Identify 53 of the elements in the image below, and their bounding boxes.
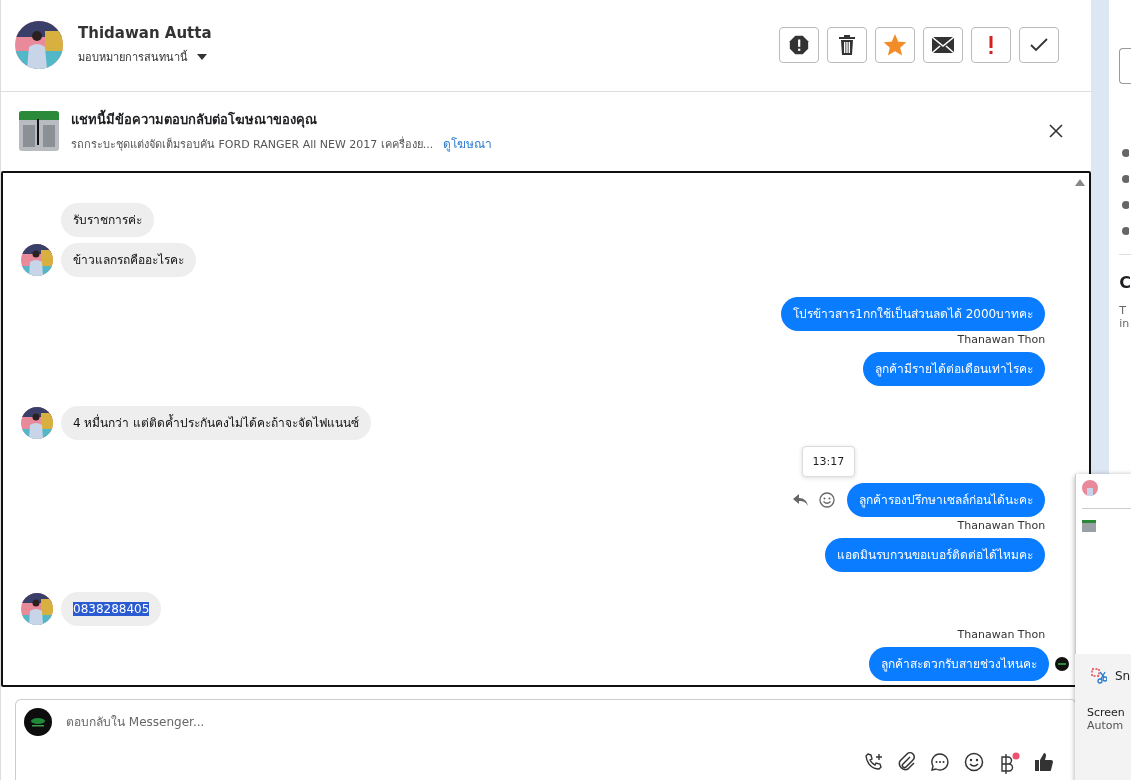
delete-button[interactable] — [827, 27, 868, 64]
ad-notice-title: แชทนี้มีข้อความตอบกลับต่อโฆษณาของคุณ — [71, 109, 1050, 131]
sidebar-heading: C — [1119, 273, 1131, 292]
checkmark-icon — [1029, 37, 1050, 54]
list-icon — [1119, 226, 1130, 236]
message-bubble: แอดมินรบกวนขอเบอร์ติดต่อได้ไหมคะ — [825, 538, 1046, 573]
notification-text: Autom — [1086, 719, 1125, 732]
app-name: Sni — [1115, 669, 1131, 683]
message-bubble: โปรข้าวสาร1กกใช้เป็นส่วนลดได้ 2000บาทคะ — [781, 297, 1046, 332]
chat-bubble-icon[interactable] — [930, 752, 951, 772]
message-bubble: 0838288405 — [61, 592, 162, 627]
sender-name: Thanawan Thon — [957, 628, 1046, 642]
star-icon — [884, 34, 907, 57]
list-icon — [1119, 200, 1130, 210]
contact-name: Thidawan Autta — [78, 24, 213, 43]
sender-name: Thanawan Thon — [957, 519, 1046, 533]
mail-button[interactable] — [923, 27, 964, 64]
envelope-icon — [931, 36, 956, 55]
message-bubble: รับราชการค่ะ — [61, 203, 154, 238]
message-bubble: 4 หมื่นกว่า แต่ติดค้ำประกันคงไม่ได้คะถ้าจะจัดไฟแนนซ์ — [61, 406, 372, 441]
reply-icon[interactable] — [793, 494, 810, 507]
page-avatar-icon — [24, 708, 52, 736]
sidebar-text: T — [1119, 304, 1127, 317]
baht-icon[interactable] — [998, 752, 1021, 776]
star-button[interactable] — [875, 27, 916, 64]
scroll-up-icon[interactable] — [1075, 179, 1086, 187]
message-bubble: ลูกค้าสะดวกรับสายช่วงไหนคะ — [869, 647, 1050, 682]
list-icon — [1119, 174, 1130, 184]
emoji-icon[interactable] — [819, 492, 836, 509]
ad-description: รถกระบะชุดแต่งจัดเต็มรอบคัน FORD RANGER All NEW 2017 เคครื่องย... — [71, 135, 434, 154]
caret-icon — [196, 53, 208, 62]
sender-name: Thanawan Thon — [957, 333, 1046, 347]
notification-text: Screen — [1086, 706, 1126, 719]
sidebar-text: in — [1119, 317, 1131, 330]
message-bubble: ข้าวแลกรถคืออะไรคะ — [61, 243, 196, 278]
scissors-icon — [1091, 668, 1107, 684]
message-bubble: ลูกค้ามีรายได้ต่อเดือนเท่าไรคะ — [863, 352, 1046, 387]
done-button[interactable] — [1019, 27, 1060, 64]
timestamp-tooltip: 13:17 — [801, 446, 856, 478]
attachment-icon[interactable] — [898, 752, 917, 772]
exclamation-icon — [987, 34, 996, 57]
view-ad-link[interactable]: ดูโฆษณา — [443, 134, 493, 154]
phone-plus-icon[interactable] — [864, 752, 885, 772]
trash-icon — [837, 34, 858, 57]
close-icon[interactable] — [1049, 124, 1064, 139]
thumbs-up-icon[interactable] — [1034, 752, 1055, 772]
sidebar-input-field[interactable] — [1119, 48, 1131, 84]
emoji-icon[interactable] — [964, 752, 985, 772]
spam-button[interactable] — [779, 27, 820, 64]
list-icon — [1119, 148, 1130, 158]
message-bubble: ลูกค้ารองปรึกษาเซลล์ก่อนได้นะคะ — [847, 483, 1046, 518]
stop-sign-icon — [788, 34, 811, 57]
assign-dropdown[interactable]: มอบหมายการสนทนานี้ — [78, 48, 780, 67]
